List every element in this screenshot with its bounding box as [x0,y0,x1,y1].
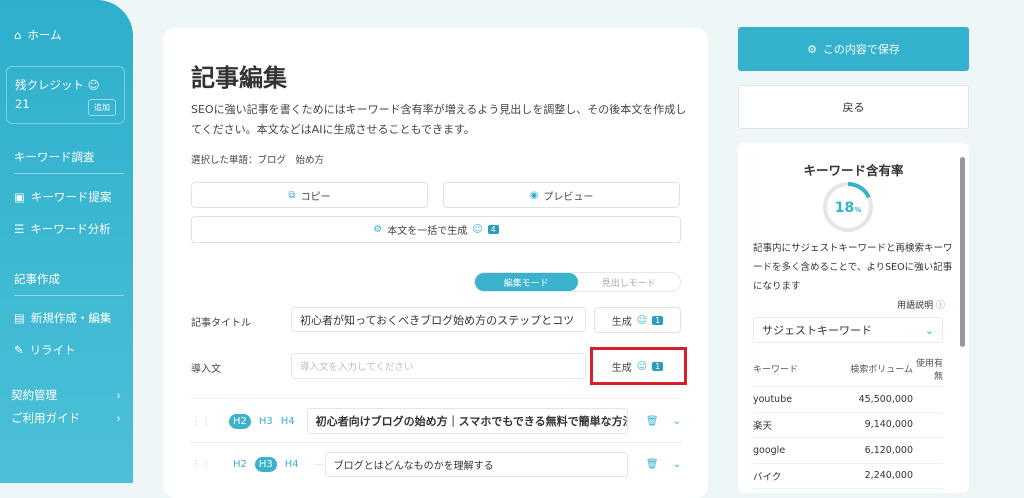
keyword-description: 記事内にサジェストキーワードと再検索キーワードを多く含めることで、よりSEOに強… [753,243,953,292]
sidebar-item-keyword-analysis[interactable]: ☰ キーワード分析 [14,221,111,237]
sidebar-item-new-edit[interactable]: ▤ 新規作成・編集 [14,310,111,326]
sidebar-item-guide[interactable]: ご利用ガイド › [11,410,121,426]
section-article: 記事作成 [14,271,124,296]
search-list-icon: ☰ [14,222,25,236]
editor-card: 記事編集 SEOに強い記事を書くためにはキーワード含有率が増えるよう見出しを調整… [163,28,708,498]
trash-icon[interactable]: 🗑 [646,416,659,427]
table-row: google 6,120,000 [753,438,943,464]
scrollbar[interactable] [960,157,965,347]
chat-icon: ▣ [14,190,25,204]
drag-handle-icon[interactable]: ⋮⋮ [191,416,211,427]
gear-icon: ⚙ [807,42,817,56]
back-button[interactable]: 戻る [738,85,969,129]
svg-text:18%: 18% [835,200,862,216]
table-row: youtube 45,500,000 [753,387,943,413]
level-h4[interactable]: H4 [285,459,299,470]
mode-heading-tab[interactable]: 見出しモード [578,273,681,291]
selected-words: 選択した単語：ブログ 始め方 [191,155,325,166]
copy-icon: ⧉ [288,189,296,201]
trash-icon[interactable]: 🗑 [646,459,659,470]
drag-handle-icon[interactable]: ⋮⋮ [191,459,211,470]
page-title: 記事編集 [191,64,287,92]
intro-label: 導入文 [191,364,221,375]
highlight-box [590,347,687,385]
divider [191,398,681,399]
eye-icon: ◉ [529,189,539,201]
level-h2[interactable]: H2 [233,459,247,470]
level-h2[interactable]: H2 [229,413,251,429]
heading-row: ⋮⋮ H2 H3 H4 初心者向けブログの始め方｜スマホでもできる無料で簡単な方法 … [191,408,681,434]
keyword-panel: キーワード含有率 18% 記事内にサジェストキーワードと再検索キーワードを多く含… [738,143,969,493]
preview-button[interactable]: ◉ プレビュー [443,182,680,208]
chevron-down-icon: ⌄ [924,323,934,337]
generate-title-button[interactable]: 生成 ☺ 1 [594,307,681,333]
mode-toggle[interactable]: 編集モード 見出しモード [474,272,681,292]
article-title-label: 記事タイトル [191,318,251,329]
sidebar-item-keyword-suggest[interactable]: ▣ キーワード提案 [14,189,111,205]
edit-document-icon: ✎ [14,343,24,357]
credit-icon: ☺ [472,224,483,235]
add-credit-button[interactable]: 追加 [88,99,116,116]
mode-edit-tab[interactable]: 編集モード [475,273,578,291]
chevron-down-icon[interactable]: ⌄ [673,459,681,470]
credit-box: 残クレジット ☺ 21 追加 [6,66,125,124]
credit-icon: ☺ [87,78,100,92]
chevron-right-icon: › [116,411,121,425]
table-row: バイク 2,240,000 [753,464,943,489]
sidebar: ⌂ ホーム 残クレジット ☺ 21 追加 キーワード調査 ▣ キーワード提案 ☰ キー… [0,0,133,483]
article-title-input[interactable]: 初心者が知っておくべきブログ始め方のステップとコツ [291,307,586,332]
gear-icon: ⚙ [373,224,383,235]
document-icon: ▤ [14,311,25,325]
chevron-down-icon[interactable]: ⌄ [673,416,681,427]
bulk-generate-button[interactable]: ⚙ 本文を一括で生成 ☺ 4 [191,216,681,243]
sidebar-item-rewrite[interactable]: ✎ リライト [14,342,76,358]
home-icon: ⌂ [14,28,22,42]
level-h3[interactable]: H3 [259,416,273,427]
chevron-right-icon: › [116,388,121,402]
table-header: キーワード 検索ボリューム 使用有無 [753,351,943,387]
level-h3[interactable]: H3 [254,457,277,472]
heading-input[interactable]: 初心者向けブログの始め方｜スマホでもできる無料で簡単な方法 [306,408,628,434]
cost-badge: 4 [487,225,499,234]
keyword-table: キーワード 検索ボリューム 使用有無 youtube 45,500,000 楽天 9,14… [753,351,943,489]
section-keyword: キーワード調査 [14,149,124,174]
copy-button[interactable]: ⧉ コピー [191,182,428,208]
sidebar-item-home[interactable]: ⌂ ホーム [14,27,61,43]
heading-row: ⋮⋮ H2 H3 H4 — ブログとはどんなものかを理解する 🗑 ⌄ [191,452,681,477]
keyword-type-dropdown[interactable]: サジェストキーワード ⌄ [753,317,943,343]
description: SEOに強い記事を書くためにはキーワード含有率が増えるよう見出しを調整し、その後… [191,103,687,136]
keyword-rate-donut: 18% [823,182,873,232]
save-button[interactable]: ⚙ この内容で保存 [738,27,969,71]
sidebar-item-contract[interactable]: 契約管理 › [11,387,121,403]
table-row: 楽天 9,140,000 [753,413,943,438]
level-h4[interactable]: H4 [281,416,295,427]
rate-value: 18 [835,200,854,216]
intro-textarea[interactable]: 導入文を入力してください [291,353,586,379]
credit-icon: ☺ [636,314,648,326]
term-help-link[interactable]: 用語説明 ⓘ [897,298,945,311]
help-icon: ⓘ [935,301,945,311]
keyword-rate-title: キーワード含有率 [803,163,904,178]
divider [191,442,681,443]
heading-input[interactable]: ブログとはどんなものかを理解する [324,452,628,477]
